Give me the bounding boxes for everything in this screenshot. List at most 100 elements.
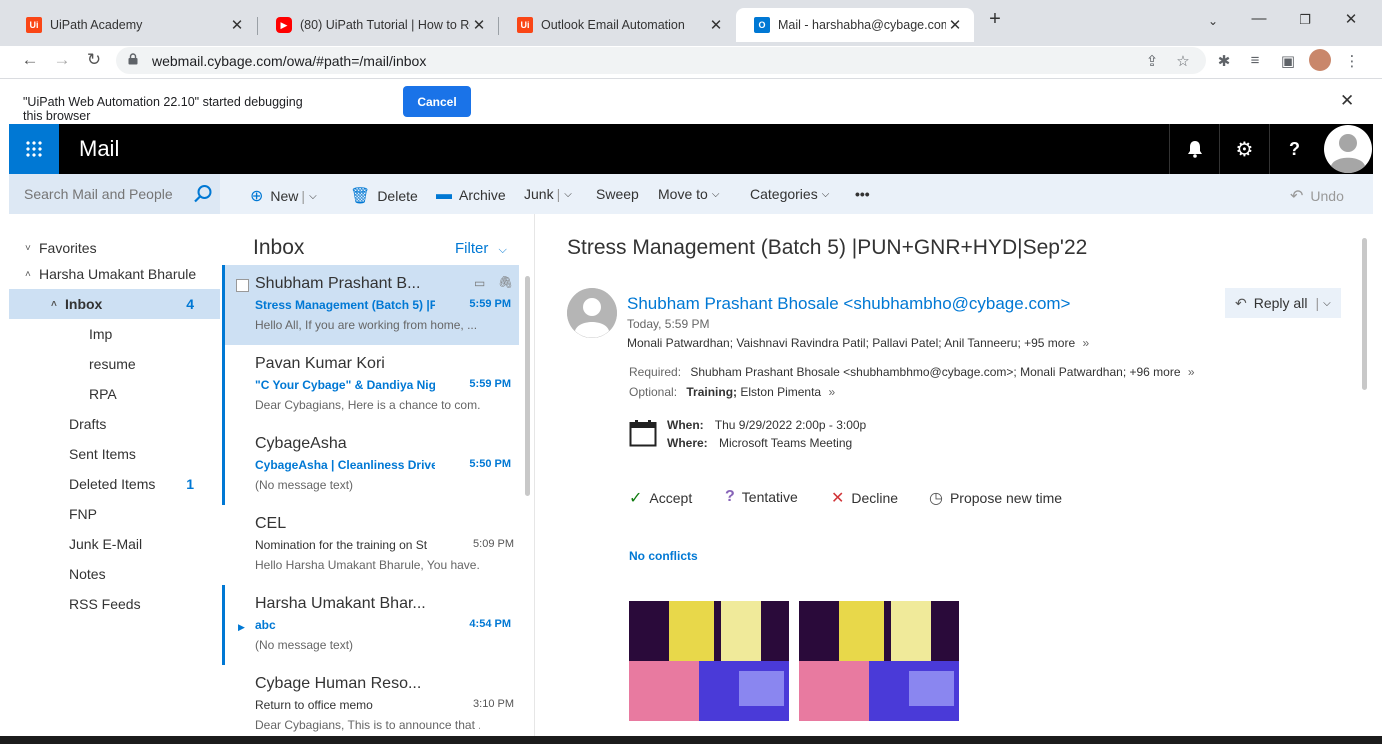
reply-all-button[interactable]: ↶ Reply all | ⌵ xyxy=(1225,288,1341,318)
list-item[interactable]: CEL Nomination for the training on St 5:… xyxy=(225,505,522,585)
folder-imp[interactable]: Imp xyxy=(9,319,220,349)
new-tab-icon[interactable]: + xyxy=(980,8,1010,31)
close-tab-icon[interactable]: ✕ xyxy=(707,16,725,34)
move-to-button[interactable]: Move to ⌵ xyxy=(658,186,719,202)
tab-mail[interactable]: O Mail - harshabha@cybage.com ✕ xyxy=(736,8,974,42)
app-launcher-button[interactable] xyxy=(9,124,59,174)
inline-image[interactable] xyxy=(799,601,959,721)
outlook-icon: O xyxy=(754,17,770,33)
archive-button[interactable]: ▬ Archive xyxy=(436,186,506,204)
minimize-icon[interactable]: — xyxy=(1244,10,1274,27)
chevron-down-icon[interactable]: ⌵ xyxy=(564,189,572,200)
chevron-down-icon: ⌵ xyxy=(498,244,507,256)
expand-optional-icon[interactable]: » xyxy=(828,385,835,399)
notifications-button[interactable] xyxy=(1169,124,1219,174)
folder-account[interactable]: ˄ Harsha Umakant Bharule xyxy=(9,259,220,289)
sender-name-link[interactable]: Shubham Prashant Bhosale <shubhambho@cyb… xyxy=(627,294,1071,314)
message-list: Inbox Filter ⌵ Shubham Prashant B... ▭ 🖇… xyxy=(222,214,535,736)
reading-scrollbar[interactable] xyxy=(1362,238,1367,390)
categories-button[interactable]: Categories ⌵ xyxy=(750,186,829,202)
folder-junk-email[interactable]: Junk E-Mail xyxy=(9,529,220,559)
list-item[interactable]: Cybage Human Reso... Return to office me… xyxy=(225,665,522,736)
chevron-down-icon[interactable]: ⌵ xyxy=(309,191,317,202)
expand-required-icon[interactable]: » xyxy=(1188,365,1195,379)
menu-kebab-icon[interactable]: ⋮ xyxy=(1342,52,1362,70)
tab-title: Outlook Email Automation xyxy=(541,18,685,32)
new-button[interactable]: ⊕ New | ⌵ xyxy=(250,186,317,206)
filter-button[interactable]: Filter ⌵ xyxy=(455,240,507,257)
search-input[interactable] xyxy=(24,186,184,202)
message-time: 5:09 PM xyxy=(473,538,514,550)
propose-time-button[interactable]: ◷ Propose new time xyxy=(929,488,1062,508)
more-commands-button[interactable]: ••• xyxy=(855,186,870,202)
recipients-line[interactable]: Monali Patwardhan; Vaishnavi Ravindra Pa… xyxy=(627,336,1089,350)
close-infobar-icon[interactable]: ✕ xyxy=(1340,91,1354,111)
tab-uipath-academy[interactable]: Ui UiPath Academy ✕ xyxy=(8,8,256,42)
expand-thread-icon[interactable]: ▶ xyxy=(238,622,245,633)
profile-avatar[interactable] xyxy=(1309,49,1331,71)
list-item[interactable]: Pavan Kumar Kori "C Your Cybage" & Dandi… xyxy=(222,345,519,425)
chevron-down-icon[interactable]: ⌵ xyxy=(1323,298,1331,309)
list-item[interactable]: ▶ Harsha Umakant Bhar... abc 4:54 PM (No… xyxy=(222,585,519,665)
optional-bold-text: Training; xyxy=(686,385,738,399)
split-divider: | xyxy=(301,188,306,204)
folder-inbox[interactable]: ˄ Inbox 4 xyxy=(9,289,220,319)
tab-outlook-automation[interactable]: Ui Outlook Email Automation ✕ xyxy=(499,8,735,42)
user-avatar-button[interactable] xyxy=(1323,124,1373,174)
close-tab-icon[interactable]: ✕ xyxy=(946,16,964,34)
extensions-icon[interactable]: ✱ xyxy=(1214,52,1234,70)
chevron-up-icon[interactable]: ˄ xyxy=(51,299,65,310)
bookmark-star-icon[interactable]: ☆ xyxy=(1173,52,1193,70)
list-item[interactable]: Shubham Prashant B... ▭ 🖇 Stress Managem… xyxy=(222,265,519,345)
close-tab-icon[interactable]: ✕ xyxy=(228,16,246,34)
reload-icon[interactable]: ↻ xyxy=(83,50,105,70)
folder-sent-items[interactable]: Sent Items xyxy=(9,439,220,469)
search-icon[interactable] xyxy=(193,184,213,204)
chevron-down-icon[interactable]: ˅ xyxy=(25,243,39,254)
address-bar[interactable]: webmail.cybage.com/owa/#path=/mail/inbox xyxy=(116,47,1206,74)
junk-button[interactable]: Junk | ⌵ xyxy=(524,186,572,202)
tab-youtube[interactable]: ▶ (80) UiPath Tutorial | How to Rea ✕ xyxy=(258,8,498,42)
delete-button[interactable]: 🗑 Delete xyxy=(350,186,418,206)
folder-notes[interactable]: Notes xyxy=(9,559,220,589)
settings-button[interactable]: ⚙ xyxy=(1219,124,1269,174)
back-icon[interactable]: ← xyxy=(19,50,41,70)
undo-button[interactable]: ↶ Undo xyxy=(1290,186,1344,206)
accept-button[interactable]: ✓ Accept xyxy=(629,488,692,508)
folder-resume[interactable]: resume xyxy=(9,349,220,379)
list-item[interactable]: CybageAsha CybageAsha | Cleanliness Driv… xyxy=(222,425,519,505)
help-button[interactable]: ? xyxy=(1269,124,1319,174)
chevron-up-icon[interactable]: ˄ xyxy=(25,269,39,280)
folder-label: Deleted Items xyxy=(69,476,156,492)
folder-deleted-items[interactable]: Deleted Items 1 xyxy=(9,469,220,499)
list-scrollbar[interactable] xyxy=(525,276,530,496)
reading-list-icon[interactable]: ≡ xyxy=(1245,52,1265,69)
share-icon[interactable]: ⇪ xyxy=(1142,52,1162,70)
close-window-icon[interactable]: ✕ xyxy=(1336,10,1366,28)
sweep-button[interactable]: Sweep xyxy=(596,186,639,202)
expand-recipients-icon[interactable]: » xyxy=(1083,336,1090,350)
select-checkbox[interactable] xyxy=(236,279,249,292)
sender-avatar[interactable] xyxy=(567,288,617,338)
forward-icon[interactable]: → xyxy=(51,50,73,70)
no-conflicts-link[interactable]: No conflicts xyxy=(629,549,698,563)
inline-image[interactable] xyxy=(629,601,789,721)
split-divider: | xyxy=(1315,295,1320,311)
user-avatar-icon xyxy=(1324,125,1372,174)
split-divider: | xyxy=(556,186,561,202)
cancel-debug-button[interactable]: Cancel xyxy=(403,86,471,117)
folder-rpa[interactable]: RPA xyxy=(9,379,220,409)
message-preview: Dear Cybagians, Here is a chance to com.… xyxy=(255,398,480,412)
decline-button[interactable]: ✕ Decline xyxy=(831,488,898,508)
side-panel-icon[interactable]: ▣ xyxy=(1278,52,1298,70)
plus-circle-icon: ⊕ xyxy=(250,188,264,205)
tentative-button[interactable]: ? Tentative xyxy=(725,488,798,506)
folder-fnp[interactable]: FNP xyxy=(9,499,220,529)
folder-drafts[interactable]: Drafts xyxy=(9,409,220,439)
message-subject: Return to office memo xyxy=(255,698,373,712)
tab-search-icon[interactable]: ⌄ xyxy=(1198,14,1228,28)
close-tab-icon[interactable]: ✕ xyxy=(470,16,488,34)
restore-icon[interactable]: ❐ xyxy=(1290,12,1320,28)
search-box[interactable] xyxy=(9,174,220,214)
folder-rss-feeds[interactable]: RSS Feeds xyxy=(9,589,220,619)
